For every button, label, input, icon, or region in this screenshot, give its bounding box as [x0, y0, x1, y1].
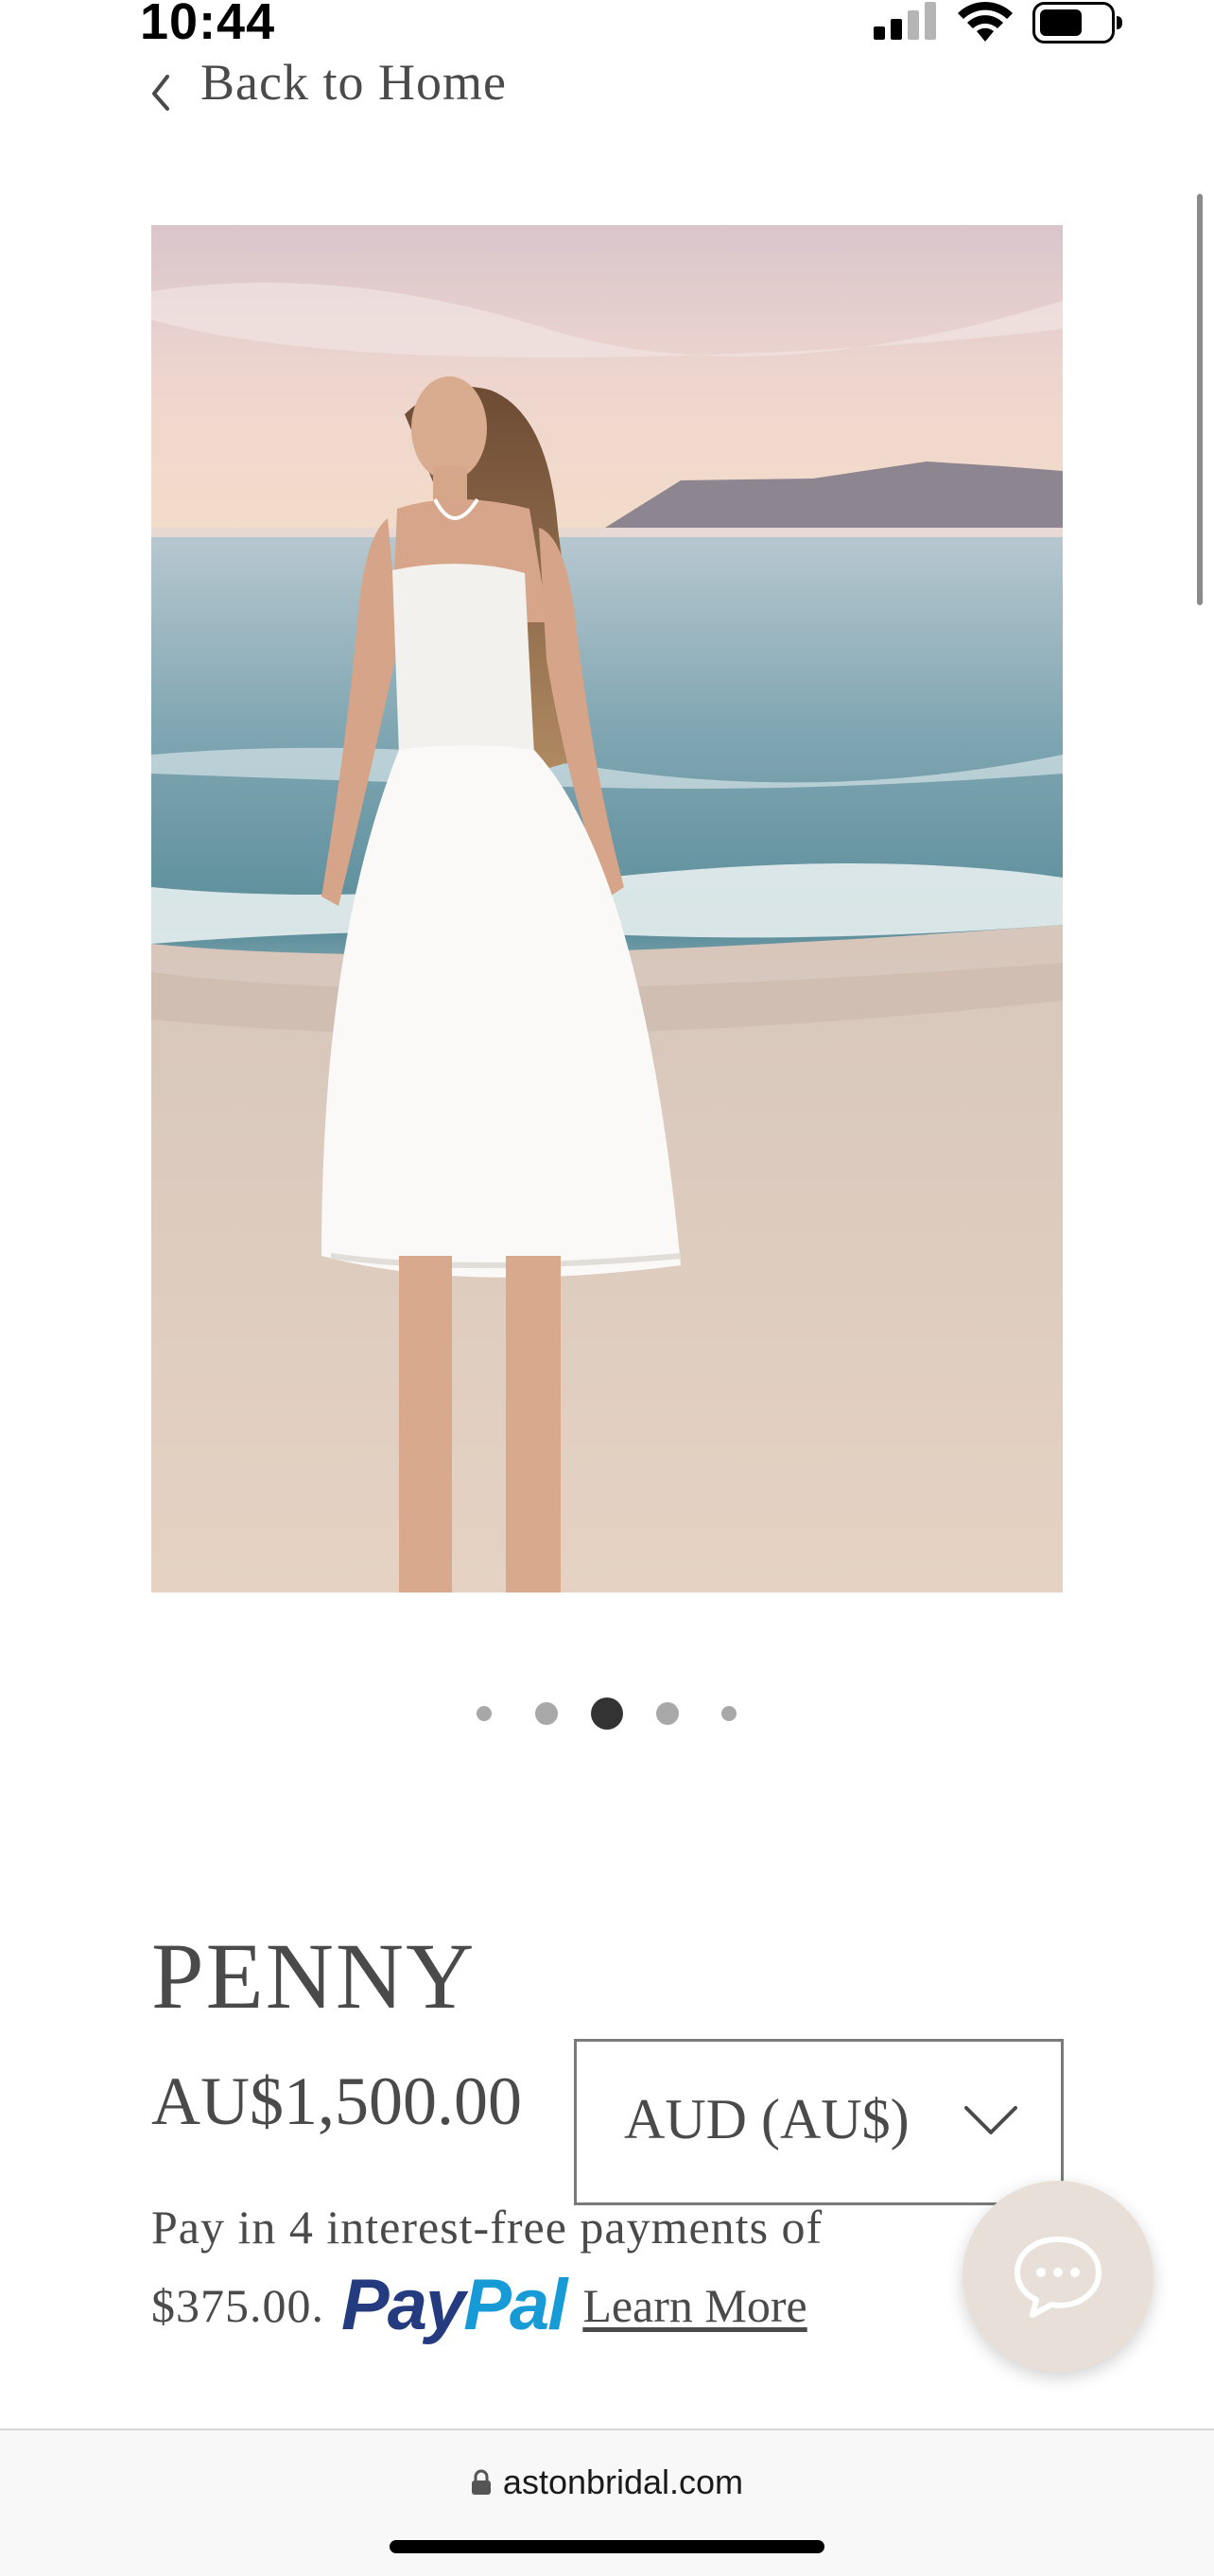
battery-icon	[1032, 2, 1122, 44]
status-time: 10:44	[140, 0, 276, 50]
back-to-home-link[interactable]: Back to Home	[149, 54, 507, 125]
browser-address-bar: astonbridal.com	[0, 2430, 1214, 2576]
gallery-pagination	[0, 1695, 1214, 1732]
chevron-left-icon	[152, 75, 169, 111]
chat-bubble-icon	[1015, 2237, 1101, 2318]
paypal-logo: PayPal	[341, 2270, 567, 2341]
lock-icon	[471, 2469, 491, 2495]
chat-button[interactable]	[963, 2181, 1153, 2372]
gallery-dot-5[interactable]	[721, 1706, 737, 1721]
paypal-installment-amount: $375.00.	[151, 2279, 324, 2332]
gallery-dot-3-active[interactable]	[591, 1697, 623, 1730]
status-bar: 10:44	[0, 0, 1214, 57]
url-text: astonbridal.com	[502, 2463, 744, 2501]
gallery-dot-2[interactable]	[535, 1702, 558, 1725]
url-field[interactable]: astonbridal.com	[0, 2463, 1214, 2502]
wifi-icon	[958, 1, 1013, 42]
paypal-learn-more-link[interactable]: Learn More	[582, 2278, 806, 2333]
chevron-down-icon	[964, 2106, 1017, 2134]
scrollbar[interactable]	[1197, 194, 1203, 605]
paypal-installment-row: $375.00. PayPal Learn More	[151, 2268, 807, 2343]
signal-icon	[874, 2, 936, 40]
product-title: PENNY	[151, 1923, 477, 2028]
currency-selected-value: AUD (AU$)	[624, 2088, 910, 2150]
gallery-dot-4[interactable]	[656, 1702, 679, 1725]
product-price: AU$1,500.00	[151, 2063, 522, 2139]
paypal-logo-pay: Pay	[341, 2265, 465, 2345]
product-image[interactable]	[151, 225, 1063, 1593]
gallery-dot-1[interactable]	[477, 1706, 492, 1721]
currency-selector[interactable]: AUD (AU$)	[574, 2039, 1064, 2205]
home-indicator[interactable]	[390, 2540, 824, 2553]
back-link-label: Back to Home	[200, 54, 507, 111]
paypal-installment-text: Pay in 4 interest-free payments of	[151, 2201, 824, 2254]
paypal-logo-pal: Pal	[463, 2265, 567, 2345]
